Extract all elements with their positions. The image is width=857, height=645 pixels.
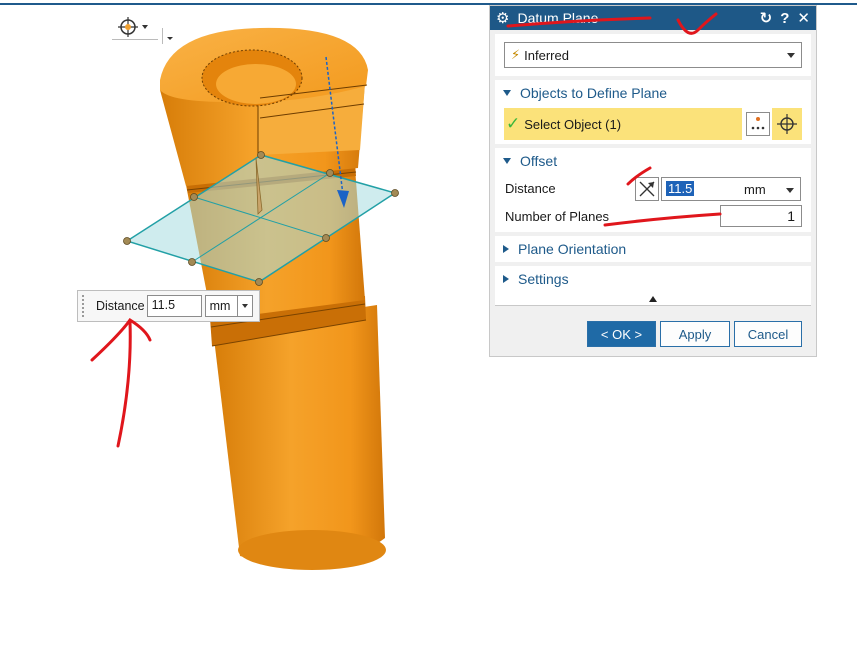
- chevron-down-icon[interactable]: [786, 188, 794, 193]
- offset-section: Offset Distance 11.5 mm Number of Planes…: [495, 148, 811, 232]
- reset-icon[interactable]: ↻: [760, 9, 773, 27]
- plane-orientation-section: Plane Orientation: [495, 236, 811, 262]
- plane-orientation-header[interactable]: Plane Orientation: [495, 236, 811, 262]
- toolbar-overflow-button[interactable]: [162, 28, 174, 44]
- floating-distance-label: Distance: [96, 299, 145, 313]
- snap-point-toolbar[interactable]: [104, 12, 176, 44]
- expand-triangle-icon: [503, 275, 509, 283]
- floating-unit-value: mm: [209, 299, 231, 313]
- planes-input[interactable]: 1: [720, 205, 802, 227]
- collapse-triangle-icon: [503, 158, 511, 164]
- crosshair-icon: [777, 114, 797, 134]
- plane-type-select[interactable]: ⚡ Inferred: [504, 42, 802, 68]
- floating-distance-widget[interactable]: Distance 11.5 mm: [77, 290, 260, 322]
- settings-header[interactable]: Settings: [495, 266, 811, 292]
- dialog-title: Datum Plane: [517, 10, 599, 26]
- floating-unit-select[interactable]: mm: [204, 295, 253, 317]
- distance-row: Distance 11.5 mm: [495, 174, 811, 202]
- offset-section-header[interactable]: Offset: [495, 148, 811, 174]
- type-section: ⚡ Inferred: [495, 34, 811, 76]
- point-dialog-icon: [751, 117, 765, 130]
- ok-button[interactable]: < OK >: [587, 321, 656, 347]
- dialog-button-row: < OK > Apply Cancel: [490, 321, 816, 347]
- gear-icon[interactable]: ⚙: [496, 9, 509, 27]
- apply-button[interactable]: Apply: [660, 321, 730, 347]
- distance-value: 11.5: [666, 181, 695, 196]
- chevron-down-icon: [241, 304, 248, 308]
- offset-section-title: Offset: [520, 153, 558, 169]
- reverse-direction-button[interactable]: [635, 177, 659, 201]
- collapse-triangle-icon: [503, 90, 511, 96]
- distance-unit: mm: [744, 182, 766, 197]
- settings-section: Settings: [495, 266, 811, 292]
- planes-label: Number of Planes: [505, 208, 610, 224]
- expand-triangle-icon: [503, 245, 509, 253]
- floating-distance-input[interactable]: 11.5: [146, 295, 202, 317]
- plane-orientation-title: Plane Orientation: [518, 241, 627, 257]
- close-icon[interactable]: ✕: [797, 9, 810, 27]
- lightning-icon: ⚡: [511, 47, 521, 62]
- snap-point-icon: [118, 16, 138, 37]
- chevron-down-icon: [787, 53, 795, 58]
- snap-dropdown-caret-icon: [142, 24, 148, 29]
- select-object-field[interactable]: ✓ Select Object (1): [504, 108, 742, 140]
- distance-input[interactable]: 11.5 mm: [661, 177, 801, 201]
- drag-handle[interactable]: [82, 295, 88, 317]
- collapse-dialog-button[interactable]: [495, 292, 811, 306]
- select-object-row: ✓ Select Object (1): [504, 108, 811, 140]
- checkmark-icon: ✓: [506, 114, 521, 133]
- nx-workspace: Distance 11.5 mm ⚙ Datum Plane ↻ ? ✕ ⚡ I…: [0, 0, 857, 645]
- cancel-button[interactable]: Cancel: [734, 321, 802, 347]
- dialog-titlebar[interactable]: ⚙ Datum Plane ↻ ? ✕: [490, 6, 816, 30]
- objects-section-title: Objects to Define Plane: [520, 85, 668, 101]
- settings-title: Settings: [518, 271, 569, 287]
- objects-section: Objects to Define Plane ✓ Select Object …: [495, 80, 811, 144]
- help-icon[interactable]: ?: [780, 10, 789, 27]
- select-object-label: Select Object (1): [524, 116, 622, 132]
- reverse-direction-icon: [639, 181, 655, 197]
- snap-point-button[interactable]: [112, 14, 158, 40]
- snap-point-select-button[interactable]: [772, 108, 802, 140]
- plane-type-value: Inferred: [524, 47, 569, 63]
- objects-section-header[interactable]: Objects to Define Plane: [495, 80, 811, 106]
- point-dialog-button[interactable]: [746, 112, 770, 136]
- chevron-up-icon: [649, 296, 657, 302]
- distance-label: Distance: [505, 180, 556, 196]
- datum-plane-dialog: ⚙ Datum Plane ↻ ? ✕ ⚡ Inferred Objects t…: [489, 5, 817, 357]
- planes-row: Number of Planes 1: [495, 202, 811, 230]
